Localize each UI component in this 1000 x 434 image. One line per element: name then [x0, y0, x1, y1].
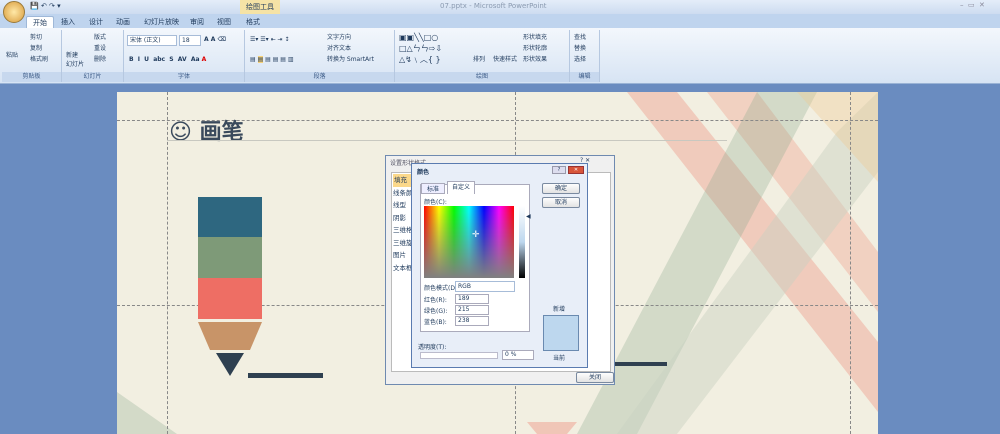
color-model-select[interactable]: RGB: [455, 281, 515, 292]
tab-review[interactable]: 审阅: [184, 16, 210, 28]
window-controls[interactable]: – ▭ ✕: [960, 1, 985, 9]
cancel-button[interactable]: 取消: [542, 197, 580, 208]
group-label: 段落: [245, 72, 394, 82]
group-slides: 新建 幻灯片 版式 重设 删除 幻灯片: [62, 30, 124, 82]
pencil-tip[interactable]: [198, 322, 262, 377]
delete-button[interactable]: 删除: [94, 54, 106, 63]
arrange-button[interactable]: 排列: [473, 54, 485, 63]
copy-button[interactable]: 复制: [30, 43, 42, 52]
transparency-slider[interactable]: [420, 352, 498, 359]
quick-styles-button[interactable]: 快速样式: [493, 54, 517, 63]
tab-slideshow[interactable]: 幻灯片放映: [138, 16, 185, 28]
tab-view[interactable]: 视图: [211, 16, 237, 28]
close-button[interactable]: 关闭: [576, 372, 614, 383]
group-paragraph: ☰▾ ☰▾ ⇤ ⇥ ↕ ▤ ▤ ▤ ▤ ▤ ▥ 文字方向 对齐文本 转换为 Sm…: [245, 30, 395, 82]
smartart-button[interactable]: 转换为 SmartArt: [327, 54, 374, 63]
window-title: 07.pptx - Microsoft PowerPoint: [440, 2, 547, 10]
context-tab-label: 绘图工具: [240, 0, 280, 14]
red-label: 红色(R):: [424, 297, 447, 304]
pencil-segment-green[interactable]: [198, 237, 262, 278]
new-color-label: 新增: [553, 306, 566, 313]
title-underline: [167, 140, 727, 141]
align-buttons[interactable]: ▤ ▤ ▤ ▤ ▤ ▥: [250, 56, 294, 63]
group-clipboard: 粘贴 剪切 复制 格式刷 剪贴板: [2, 30, 62, 82]
tab-custom[interactable]: 自定义: [447, 181, 475, 194]
group-label: 剪贴板: [2, 72, 61, 82]
pencil-segment-salmon[interactable]: [198, 278, 262, 319]
color-dialog: 颜色 ? ✕ 标准 自定义 颜色(C): ✛ ◀ 颜色模式(D): RGB 红色…: [411, 163, 588, 368]
find-button[interactable]: 查找: [574, 32, 586, 41]
transparency-input[interactable]: 0 %: [502, 350, 534, 360]
tab-format[interactable]: 格式: [240, 16, 266, 28]
office-button[interactable]: [3, 1, 25, 23]
transparency-label: 透明度(T):: [418, 344, 447, 351]
text-direction-button[interactable]: 文字方向: [327, 32, 351, 41]
quick-access-toolbar[interactable]: 💾 ↶ ↷ ▾: [30, 2, 61, 10]
slider-arrow-icon[interactable]: ◀: [526, 213, 531, 220]
red-input[interactable]: 189: [455, 294, 489, 304]
group-label: 绘图: [395, 72, 569, 82]
group-label: 字体: [124, 72, 244, 82]
format-painter-button[interactable]: 格式刷: [30, 54, 48, 63]
help-icon[interactable]: ?: [552, 166, 566, 174]
font-format-buttons[interactable]: B I U abc S AV Aa A: [129, 56, 206, 63]
second-line: [607, 362, 667, 366]
crosshair-icon: ✛: [472, 230, 480, 240]
paste-button[interactable]: 粘贴: [6, 50, 18, 59]
shape-effects-button[interactable]: 形状效果: [523, 54, 547, 63]
group-label: 幻灯片: [62, 72, 123, 82]
tab-home[interactable]: 开始: [26, 16, 54, 28]
cut-button[interactable]: 剪切: [30, 32, 42, 41]
green-input[interactable]: 215: [455, 305, 489, 315]
smiley-icon: ☺: [169, 120, 192, 145]
current-color-label: 当前: [553, 355, 566, 362]
tab-animation[interactable]: 动画: [110, 16, 136, 28]
close-icon[interactable]: ✕: [568, 166, 584, 174]
shapes-gallery[interactable]: ▣▣╲╲□○ □△ㄣㄣ⇨⇩ △↯﹨︿{ }: [399, 32, 442, 65]
slide-title-text: 画笔: [199, 120, 244, 145]
group-editing: 查找 替换 选择 编辑: [570, 30, 600, 82]
reset-button[interactable]: 重设: [94, 43, 106, 52]
list-buttons[interactable]: ☰▾ ☰▾ ⇤ ⇥ ↕: [250, 36, 290, 43]
pencil-line: [248, 373, 323, 378]
replace-button[interactable]: 替换: [574, 43, 586, 52]
ribbon: 粘贴 剪切 复制 格式刷 剪贴板 新建 幻灯片 版式 重设 删除 幻灯片 宋体 …: [0, 28, 1000, 84]
group-drawing: ▣▣╲╲□○ □△ㄣㄣ⇨⇩ △↯﹨︿{ } 排列 快速样式 形状填充 形状轮廓 …: [395, 30, 570, 82]
color-dialog-title: 颜色: [417, 169, 430, 176]
shape-fill-button[interactable]: 形状填充: [523, 32, 547, 41]
title-bar: 💾 ↶ ↷ ▾ 绘图工具 07.pptx - Microsoft PowerPo…: [0, 0, 1000, 23]
align-text-button[interactable]: 对齐文本: [327, 43, 351, 52]
pencil-segment-teal[interactable]: [198, 197, 262, 237]
font-name-select[interactable]: 宋体 (正文): [127, 35, 177, 46]
luminance-slider[interactable]: [519, 206, 525, 278]
color-spectrum[interactable]: [424, 206, 514, 278]
green-label: 绿色(G):: [424, 308, 448, 315]
tab-design[interactable]: 设计: [83, 16, 109, 28]
ribbon-tabs: 开始 插入 设计 动画 幻灯片放映 审阅 视图 格式: [0, 14, 1000, 28]
shape-outline-button[interactable]: 形状轮廓: [523, 43, 547, 52]
blue-label: 蓝色(B):: [424, 319, 447, 326]
layout-button[interactable]: 版式: [94, 32, 106, 41]
blue-input[interactable]: 238: [455, 316, 489, 326]
group-label: 编辑: [570, 72, 599, 82]
new-slide-button[interactable]: 新建 幻灯片: [66, 50, 84, 68]
grow-font-icon[interactable]: A A ⌫: [204, 36, 226, 43]
colors-label: 颜色(C):: [424, 199, 447, 206]
group-font: 宋体 (正文) 18 A A ⌫ B I U abc S AV Aa A 字体: [124, 30, 245, 82]
ok-button[interactable]: 确定: [542, 183, 580, 194]
tab-insert[interactable]: 插入: [55, 16, 81, 28]
slide-title[interactable]: ☺ 画笔: [169, 114, 244, 146]
select-button[interactable]: 选择: [574, 54, 586, 63]
color-preview: [543, 315, 579, 351]
font-size-select[interactable]: 18: [179, 35, 201, 46]
tab-standard[interactable]: 标准: [421, 183, 445, 194]
